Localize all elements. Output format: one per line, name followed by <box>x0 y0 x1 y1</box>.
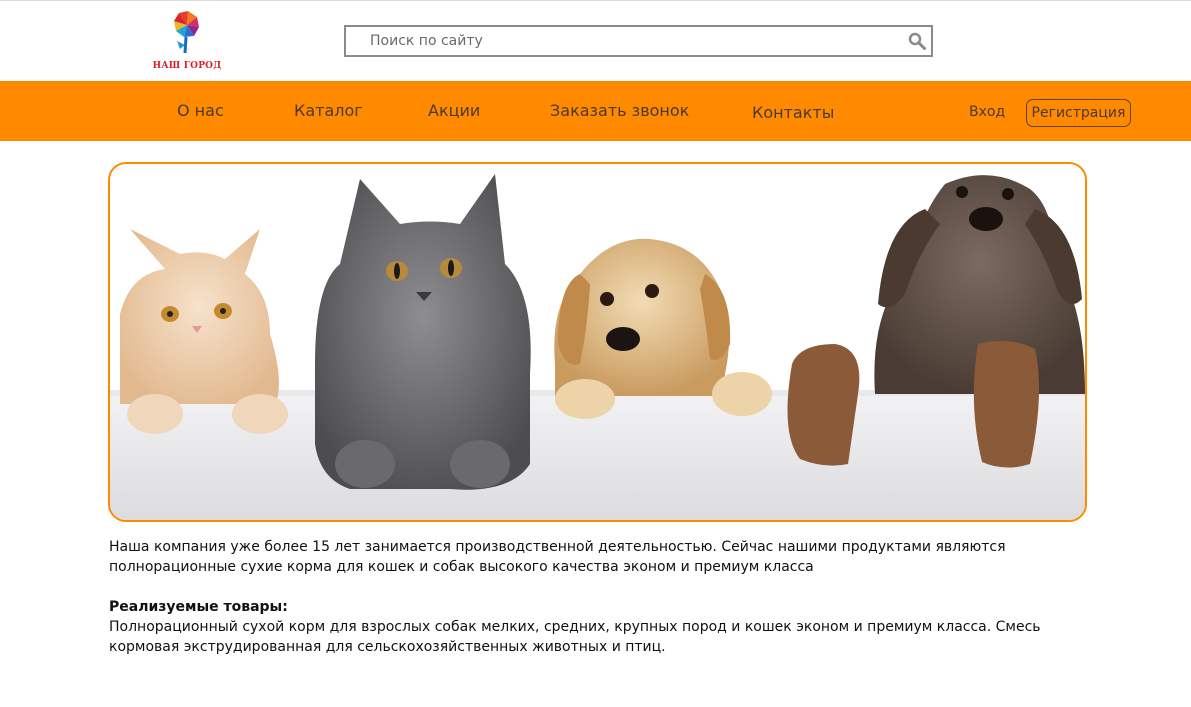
main-nav: О нас Каталог Акции Заказать звонок Конт… <box>0 81 1191 141</box>
kitten-ginger-shape <box>120 229 288 434</box>
nav-item-catalog[interactable]: Каталог <box>294 101 363 120</box>
register-button[interactable]: Регистрация <box>1026 99 1131 127</box>
hero-banner <box>108 162 1087 522</box>
products-text: Полнорационный сухой корм для взрослых с… <box>109 619 1041 655</box>
nav-item-promotions[interactable]: Акции <box>428 101 480 120</box>
nav-item-contacts[interactable]: Контакты <box>752 103 834 122</box>
nav-item-about[interactable]: О нас <box>177 101 224 120</box>
kitten-grey-shape <box>315 174 531 490</box>
products-heading: Реализуемые товары: <box>109 599 288 615</box>
search-box <box>344 25 933 57</box>
main-content: Наша компания уже более 15 лет занимаетс… <box>109 537 1089 657</box>
logo-text: НАШ ГОРОД <box>152 61 222 71</box>
search-icon[interactable] <box>908 32 926 50</box>
puppy-golden-shape <box>554 238 772 419</box>
intro-text: Наша компания уже более 15 лет занимаетс… <box>109 539 1006 575</box>
pets-banner-image <box>110 174 1085 520</box>
login-link[interactable]: Вход <box>969 104 1005 120</box>
header: НАШ ГОРОД <box>0 1 1191 80</box>
nav-item-callback[interactable]: Заказать звонок <box>550 101 689 120</box>
flower-logo-icon <box>174 11 199 54</box>
search-input[interactable] <box>346 27 910 55</box>
site-logo[interactable]: НАШ ГОРОД <box>152 9 222 75</box>
